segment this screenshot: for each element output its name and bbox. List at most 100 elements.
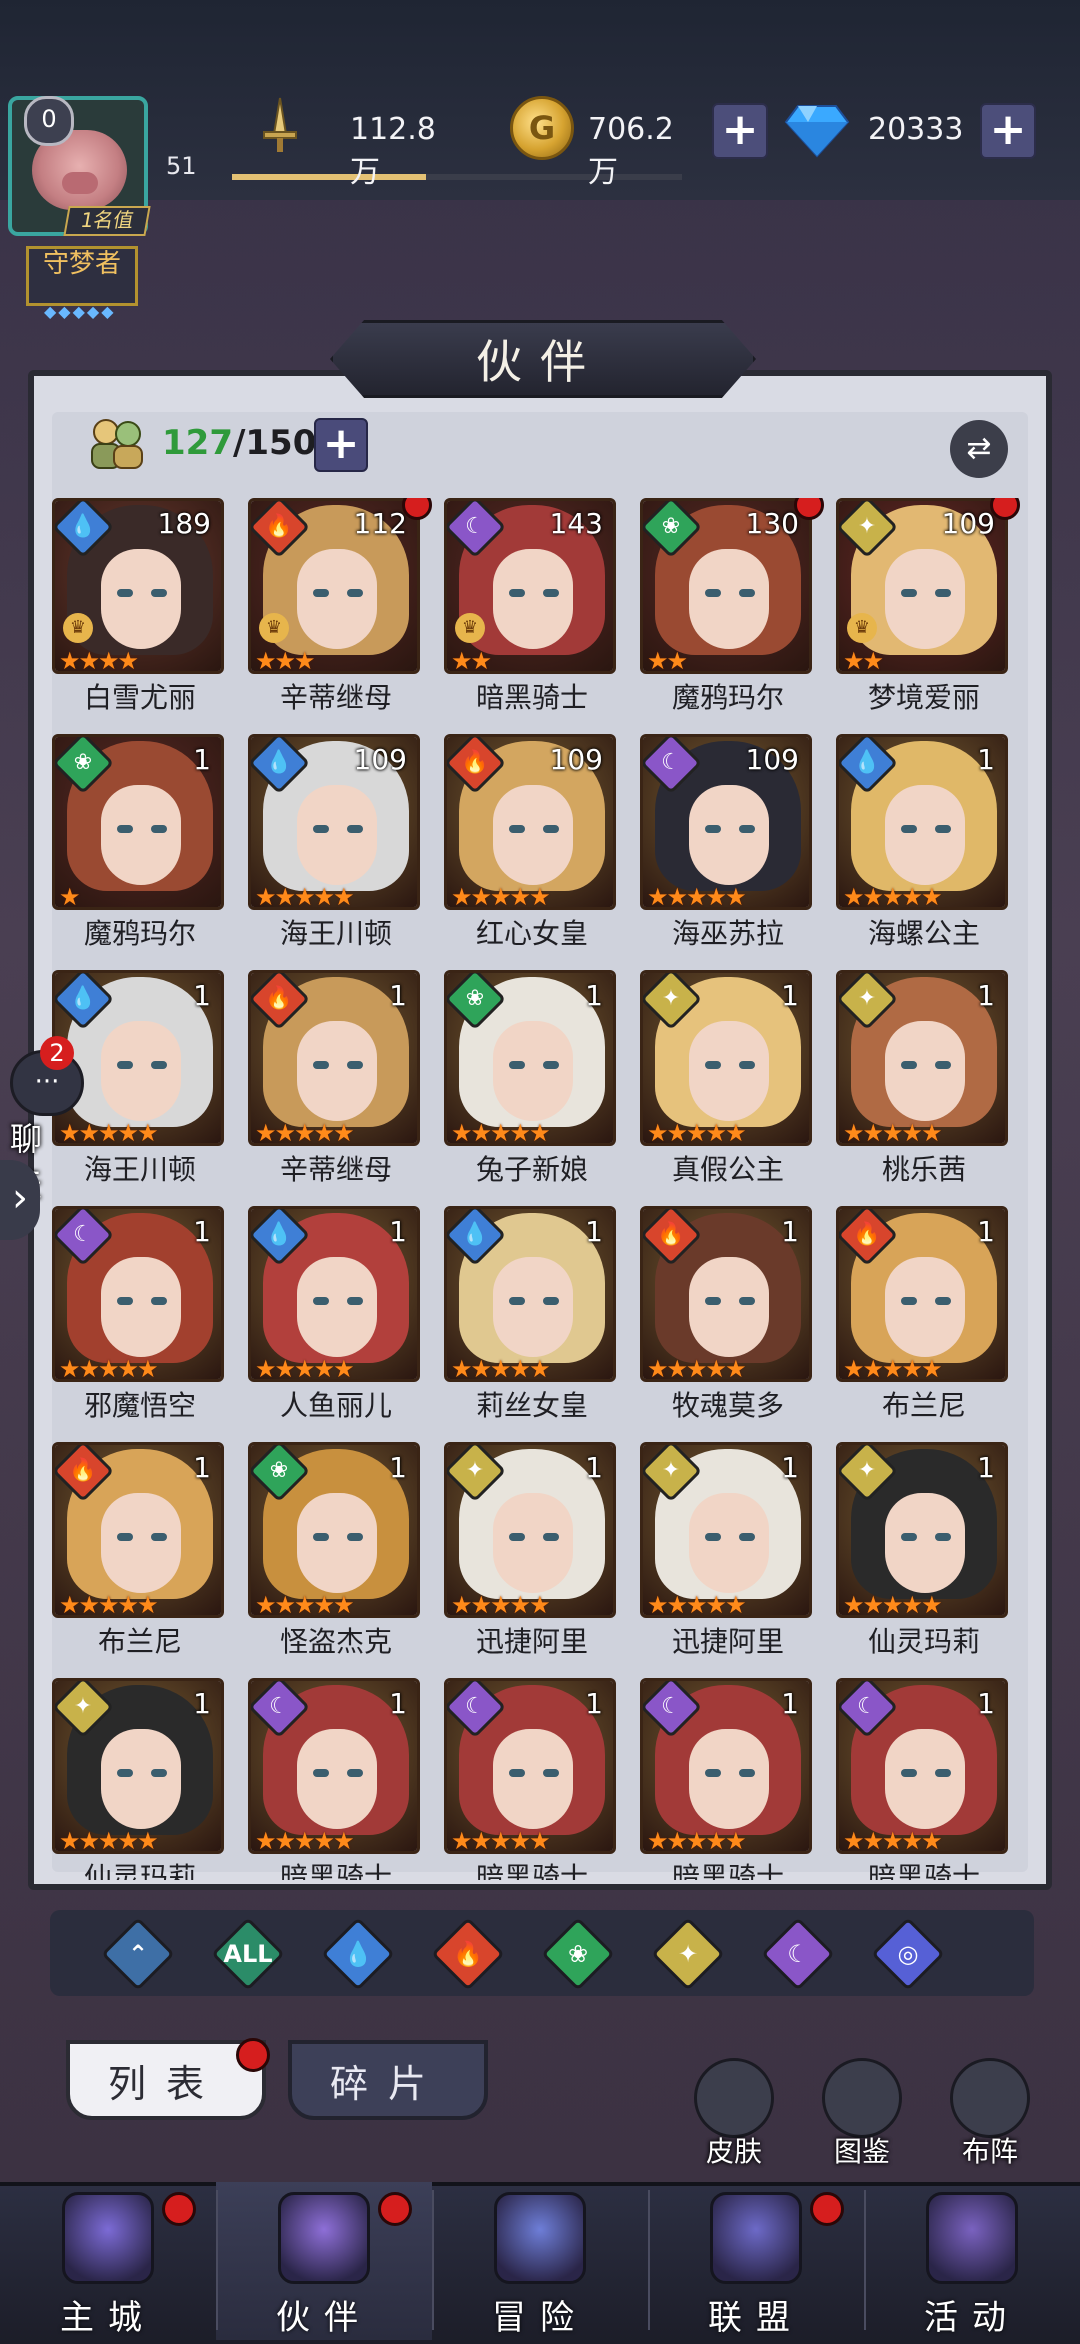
star-rating: ★★★★★ bbox=[451, 1119, 551, 1146]
codex-button[interactable]: 图鉴 bbox=[812, 2058, 912, 2168]
partner-card[interactable]: ❀ 130 ★★ 魔鸦玛尔 bbox=[640, 498, 824, 734]
filter-label: ALL bbox=[223, 1940, 273, 1968]
partner-card[interactable]: ☾ 1 ★★★★★ 暗黑骑士 bbox=[444, 1678, 620, 1880]
filter-cosmic[interactable]: ◎ bbox=[871, 1917, 945, 1991]
partner-portrait: 🔥 1 ★★★★★ bbox=[836, 1206, 1008, 1382]
portrait-eye bbox=[705, 1061, 721, 1069]
partner-level: 109 bbox=[353, 743, 407, 776]
skin-button[interactable]: 皮肤 bbox=[684, 2058, 784, 2168]
partner-card[interactable]: 🔥 1 ★★★★★ 布兰尼 bbox=[52, 1442, 228, 1678]
partner-card[interactable]: 🔥 1 ★★★★★ 布兰尼 bbox=[836, 1206, 1012, 1442]
filter-fire[interactable]: 🔥 bbox=[431, 1917, 505, 1991]
filter-wind[interactable]: ❀ bbox=[541, 1917, 615, 1991]
portrait-face bbox=[493, 785, 573, 885]
partner-level: 1 bbox=[781, 1215, 799, 1248]
filter-water[interactable]: 💧 bbox=[321, 1917, 395, 1991]
expand-side-menu-arrow[interactable]: › bbox=[0, 1160, 40, 1240]
partner-card[interactable]: 🔥 112 ♛ ★★★ 辛蒂继母 bbox=[248, 498, 432, 734]
partner-portrait: 💧 1 ★★★★★ bbox=[836, 734, 1008, 910]
partner-portrait: 🔥 112 ♛ ★★★ bbox=[248, 498, 420, 674]
star-rating: ★★★★★ bbox=[451, 1827, 551, 1854]
filter-rarity[interactable]: ⌃ bbox=[101, 1917, 175, 1991]
portrait-face bbox=[885, 1493, 965, 1593]
partner-card[interactable]: ☾ 1 ★★★★★ 暗黑骑士 bbox=[640, 1678, 816, 1880]
filter-light[interactable]: ✦ bbox=[651, 1917, 725, 1991]
partner-card[interactable]: ❀ 1 ★ 魔鸦玛尔 bbox=[52, 734, 228, 970]
filter-label: 💧 bbox=[343, 1940, 373, 1968]
partner-name: 邪魔悟空 bbox=[83, 1389, 196, 1422]
partner-portrait: ❀ 1 ★★★★★ bbox=[444, 970, 616, 1146]
partner-card[interactable]: ✦ 1 ★★★★★ 迅捷阿里 bbox=[444, 1442, 620, 1678]
partner-card[interactable]: ❀ 1 ★★★★★ 怪盗杰克 bbox=[248, 1442, 424, 1678]
partner-level: 1 bbox=[193, 979, 211, 1012]
partner-card[interactable]: ☾ 1 ★★★★★ 暗黑骑士 bbox=[248, 1678, 424, 1880]
partner-card[interactable]: ☾ 1 ★★★★★ 暗黑骑士 bbox=[836, 1678, 1012, 1880]
partner-portrait: ✦ 1 ★★★★★ bbox=[836, 1442, 1008, 1618]
partner-card[interactable]: ✦ 1 ★★★★★ 仙灵玛莉 bbox=[52, 1678, 228, 1880]
nav-notification-dot bbox=[378, 2192, 412, 2226]
filter-label: 🔥 bbox=[453, 1940, 483, 1968]
portrait-eye bbox=[739, 1061, 755, 1069]
partner-card[interactable]: ☾ 1 ★★★★★ 邪魔悟空 bbox=[52, 1206, 228, 1442]
portrait-eye bbox=[509, 1061, 525, 1069]
roster-count: 127/150 bbox=[162, 423, 316, 463]
partner-card[interactable]: 💧 109 ★★★★★ 海王川顿 bbox=[248, 734, 424, 970]
partner-name: 白雪尤丽 bbox=[83, 681, 196, 714]
partner-card[interactable]: ✦ 1 ★★★★★ 桃乐茜 bbox=[836, 970, 1012, 1206]
portrait-face bbox=[493, 1257, 573, 1357]
roster-max: /150 bbox=[232, 423, 317, 463]
partner-name: 魔鸦玛尔 bbox=[671, 681, 784, 714]
partner-card[interactable]: 💧 1 ★★★★★ 莉丝女皇 bbox=[444, 1206, 620, 1442]
partner-card[interactable]: 🔥 1 ★★★★★ 辛蒂继母 bbox=[248, 970, 424, 1206]
partner-name: 桃乐茜 bbox=[881, 1153, 966, 1186]
partner-card[interactable]: 🔥 1 ★★★★★ 牧魂莫多 bbox=[640, 1206, 816, 1442]
partner-name: 辛蒂继母 bbox=[279, 681, 392, 714]
partner-card[interactable]: 💧 1 ★★★★★ 海螺公主 bbox=[836, 734, 1012, 970]
partner-card[interactable]: ✦ 1 ★★★★★ 迅捷阿里 bbox=[640, 1442, 816, 1678]
partner-level: 143 bbox=[549, 507, 603, 540]
partner-card[interactable]: ✦ 109 ♛ ★★ 梦境爱丽 bbox=[836, 498, 1020, 734]
partner-portrait: ✦ 1 ★★★★★ bbox=[640, 1442, 812, 1618]
partner-name: 海王川顿 bbox=[279, 917, 392, 950]
partner-portrait: 🔥 1 ★★★★★ bbox=[52, 1442, 224, 1618]
filter-label: ⌃ bbox=[127, 1940, 149, 1968]
tab-fragments[interactable]: 碎片 bbox=[288, 2040, 488, 2120]
chat-button[interactable]: ··· 2 聊天 bbox=[0, 1036, 86, 1204]
formation-button[interactable]: 布阵 bbox=[940, 2058, 1040, 2168]
partner-name: 魔鸦玛尔 bbox=[83, 917, 196, 950]
filter-all[interactable]: ALL bbox=[211, 1917, 285, 1991]
star-rating: ★★★★★ bbox=[647, 883, 747, 910]
partner-name: 暗黑骑士 bbox=[475, 1861, 588, 1880]
portrait-eye bbox=[543, 1061, 559, 1069]
partner-card[interactable]: 💧 1 ★★★★★ 人鱼丽儿 bbox=[248, 1206, 424, 1442]
nav-item-4[interactable]: 活动 bbox=[864, 2182, 1080, 2340]
title-badge[interactable]: 守梦者 bbox=[26, 246, 138, 306]
portrait-face bbox=[101, 1021, 181, 1121]
partner-card[interactable]: 💧 189 ♛ ★★★★ 白雪尤丽 bbox=[52, 498, 228, 734]
expand-roster-button[interactable]: + bbox=[314, 418, 368, 472]
portrait-eye bbox=[117, 1769, 133, 1777]
portrait-eye bbox=[901, 1533, 917, 1541]
partner-card[interactable]: ❀ 1 ★★★★★ 兔子新娘 bbox=[444, 970, 620, 1206]
partner-portrait: ☾ 1 ★★★★★ bbox=[444, 1678, 616, 1854]
sort-toggle-button[interactable]: ⇄ bbox=[950, 420, 1008, 478]
formation-label: 布阵 bbox=[961, 2135, 1018, 2168]
star-rating: ★★★★★ bbox=[451, 1591, 551, 1618]
add-gold-button[interactable]: + bbox=[712, 103, 768, 159]
filter-dark[interactable]: ☾ bbox=[761, 1917, 835, 1991]
partner-level: 1 bbox=[977, 979, 995, 1012]
nav-item-2[interactable]: 冒险 bbox=[432, 2182, 648, 2340]
diamond-icon bbox=[784, 105, 850, 158]
partner-portrait: ✦ 109 ♛ ★★ bbox=[836, 498, 1008, 674]
roster-current: 127 bbox=[162, 423, 233, 463]
partner-level: 189 bbox=[157, 507, 211, 540]
partner-card[interactable]: ☾ 143 ♛ ★★ 暗黑骑士 bbox=[444, 498, 620, 734]
partner-card[interactable]: ✦ 1 ★★★★★ 仙灵玛莉 bbox=[836, 1442, 1012, 1678]
star-rating: ★★★★★ bbox=[255, 883, 355, 910]
partner-card[interactable]: ✦ 1 ★★★★★ 真假公主 bbox=[640, 970, 816, 1206]
partner-card[interactable]: ☾ 109 ★★★★★ 海巫苏拉 bbox=[640, 734, 816, 970]
partner-card[interactable]: 🔥 109 ★★★★★ 红心女皇 bbox=[444, 734, 620, 970]
partner-level: 1 bbox=[585, 1451, 603, 1484]
portrait-eye bbox=[935, 1061, 951, 1069]
add-gems-button[interactable]: + bbox=[980, 103, 1036, 159]
